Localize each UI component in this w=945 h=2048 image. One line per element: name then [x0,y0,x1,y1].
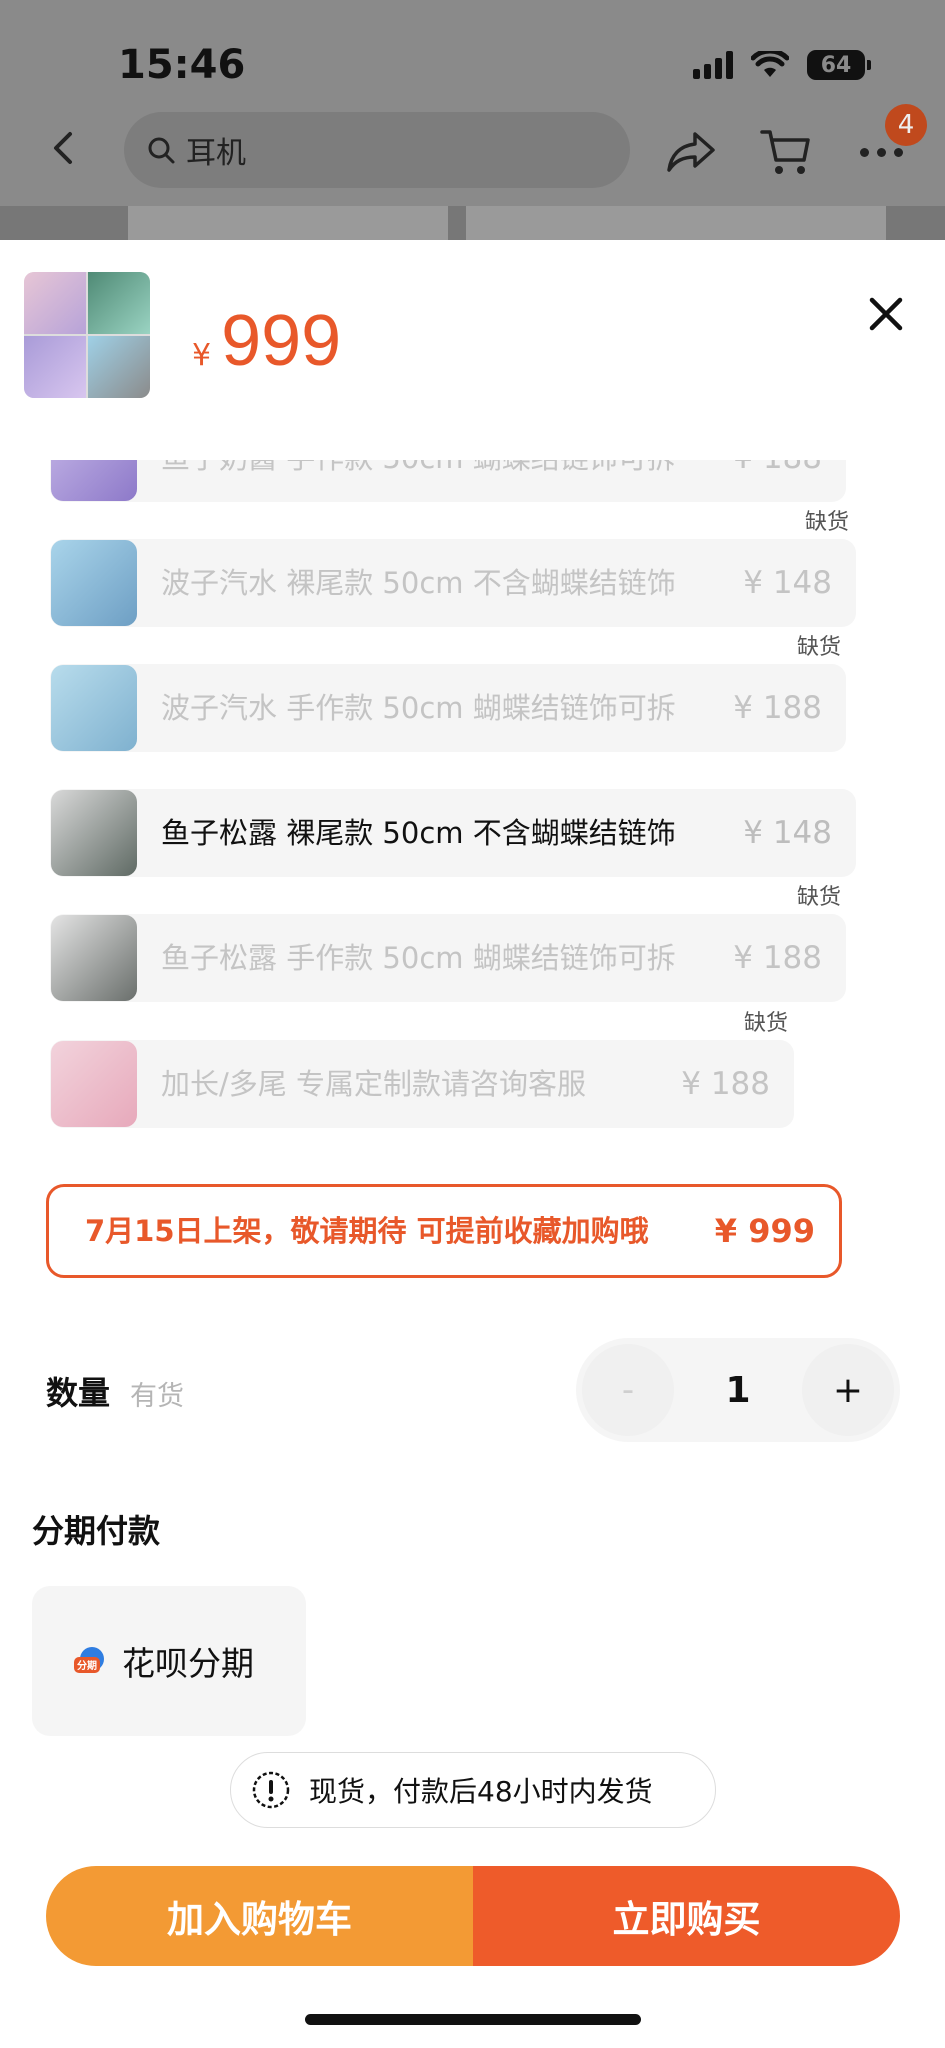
variant-name: 鱼子松露 裸尾款 50cm 不含蝴蝶结链饰 [161,816,676,850]
quantity-value[interactable]: 1 [680,1338,796,1442]
variant-thumbnail [51,790,137,876]
status-icons: 64 [693,50,871,80]
purchase-action-bar: 加入购物车 立即购买 [46,1866,900,1966]
variant-option[interactable]: 波子汽水 手作款 50cm 蝴蝶结链饰可拆 ¥ 188 [50,664,846,752]
search-icon [148,137,175,164]
variant-price: ¥ 188 [733,460,846,476]
shipping-notice-text: 现货，付款后48小时内发货 [309,1775,653,1808]
variant-name: 加长/多尾 专属定制款请咨询客服 [161,1067,586,1101]
variant-thumbnail [51,665,137,751]
more-icon[interactable] [860,148,903,157]
wifi-icon [751,51,789,77]
variant-option[interactable]: 加长/多尾 专属定制款请咨询客服 ¥ 188 [50,1040,794,1128]
installment-option-label: 花呗分期 [122,1644,254,1683]
notification-badge: 4 [885,104,927,146]
variant-option[interactable]: 鱼子奶酱 手作款 50cm 蝴蝶结链饰可拆 ¥ 188 [50,460,846,502]
close-icon[interactable] [866,294,906,334]
shipping-notice: 现货，付款后48小时内发货 [230,1752,716,1828]
share-icon[interactable] [665,130,717,174]
out-of-stock-badge: 缺货 [789,877,850,913]
variant-price: ¥ 148 [743,565,832,601]
quantity-stepper: - 1 + [576,1338,900,1442]
cellular-signal-icon [693,51,733,79]
installment-title: 分期付款 [32,1512,161,1550]
out-of-stock-badge: 缺货 [789,627,850,663]
variant-price: ¥ 188 [733,940,822,976]
info-icon [252,1771,290,1809]
product-thumbnail[interactable] [24,272,150,398]
variant-thumbnail [51,460,137,501]
preorder-message: 7月15日上架，敬请期待 可提前收藏加购哦 [85,1214,649,1248]
huabei-installment-option[interactable]: 分期 花呗分期 [32,1586,306,1736]
search-query: 耳机 [186,136,246,171]
variant-thumbnail [51,915,137,1001]
search-bar[interactable]: 耳机 [124,112,630,188]
variant-option-selected[interactable]: 鱼子松露 裸尾款 50cm 不含蝴蝶结链饰 ¥ 148 [50,789,856,877]
product-image-peek [128,206,448,240]
add-to-cart-button[interactable]: 加入购物车 [46,1866,473,1966]
preorder-price: ¥ 999 [714,1212,815,1250]
increase-quantity-button[interactable]: + [802,1344,894,1436]
buy-now-button[interactable]: 立即购买 [473,1866,900,1966]
variant-price: ¥ 148 [743,815,832,851]
variant-price: ¥ 188 [681,1066,770,1102]
variant-thumbnail [51,1041,137,1127]
battery-icon: 64 [807,50,871,80]
variant-option[interactable]: 鱼子松露 手作款 50cm 蝴蝶结链饰可拆 ¥ 188 [50,914,846,1002]
out-of-stock-badge: 缺货 [736,1003,797,1039]
huabei-icon-text: 分期 [77,1659,97,1672]
huabei-icon: 分期 [74,1647,104,1673]
stock-status: 有货 [130,1381,184,1412]
variant-option[interactable]: 波子汽水 裸尾款 50cm 不含蝴蝶结链饰 ¥ 148 [50,539,856,627]
variant-name: 波子汽水 手作款 50cm 蝴蝶结链饰可拆 [161,691,676,725]
variant-price: ¥ 188 [733,690,822,726]
cart-icon[interactable] [760,128,812,178]
variant-thumbnail [51,540,137,626]
background-page-overlay[interactable]: 15:46 64 耳机 4 [0,0,945,240]
price-value: 999 [221,301,342,381]
quantity-label: 数量 [46,1374,111,1412]
out-of-stock-badge: 缺货 [797,502,858,538]
back-arrow-icon[interactable] [44,128,84,168]
status-time: 15:46 [118,42,246,88]
decrease-quantity-button[interactable]: - [582,1344,674,1436]
variant-name: 鱼子松露 手作款 50cm 蝴蝶结链饰可拆 [161,941,676,975]
home-indicator[interactable] [305,2014,641,2025]
preorder-option[interactable]: 7月15日上架，敬请期待 可提前收藏加购哦 ¥ 999 [46,1184,842,1278]
product-image-peek [466,206,886,240]
variant-name: 鱼子奶酱 手作款 50cm 蝴蝶结链饰可拆 [137,460,733,477]
variant-name: 波子汽水 裸尾款 50cm 不含蝴蝶结链饰 [161,566,676,600]
currency-symbol: ¥ [192,338,212,373]
product-price: ¥ 999 [192,300,341,382]
